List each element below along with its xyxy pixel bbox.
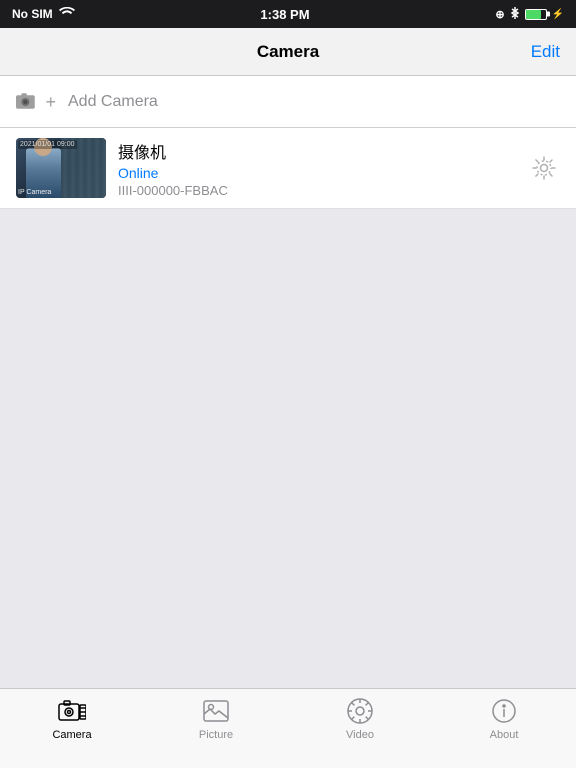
- camera-item[interactable]: 2021/01/01 09:00 IP Camera 摄像机 Online II…: [0, 128, 576, 209]
- carrier-label: No SIM: [12, 7, 53, 21]
- status-bar: No SIM 1:38 PM ⊕ ⚡: [0, 0, 576, 28]
- add-plus-icon: +: [45, 93, 56, 111]
- about-tab-label: About: [490, 729, 519, 741]
- add-camera-icon: +: [16, 88, 56, 116]
- camera-thumb-timestamp: 2021/01/01 09:00: [18, 140, 77, 149]
- nav-title: Camera: [257, 42, 319, 62]
- wifi-icon: [59, 7, 75, 22]
- camera-status: Online: [118, 165, 528, 181]
- tab-picture[interactable]: Picture: [144, 697, 288, 741]
- picture-tab-icon: [202, 697, 230, 725]
- video-tab-label: Video: [346, 729, 374, 741]
- add-camera-row[interactable]: + Add Camera: [0, 76, 576, 128]
- status-right: ⊕ ⚡: [495, 6, 564, 23]
- video-tab-icon: [346, 697, 374, 725]
- camera-info: 摄像机 Online IIII-000000-FBBAC: [118, 139, 528, 198]
- content-area: [0, 209, 576, 709]
- edit-button[interactable]: Edit: [531, 42, 560, 62]
- location-icon: ⊕: [495, 8, 504, 21]
- add-camera-label: Add Camera: [68, 93, 158, 111]
- camera-thumb-label: IP Camera: [18, 189, 51, 196]
- camera-settings-button[interactable]: [528, 152, 560, 184]
- battery-icon: [525, 9, 547, 20]
- camera-id: IIII-000000-FBBAC: [118, 183, 528, 198]
- status-time: 1:38 PM: [260, 7, 309, 22]
- status-left: No SIM: [12, 7, 75, 22]
- tab-bar: Camera Picture: [0, 688, 576, 768]
- camera-list: 2021/01/01 09:00 IP Camera 摄像机 Online II…: [0, 128, 576, 209]
- charging-icon: ⚡: [552, 9, 564, 20]
- tab-camera[interactable]: Camera: [0, 697, 144, 741]
- gear-icon: [531, 155, 557, 181]
- about-tab-icon: [490, 697, 518, 725]
- tab-about[interactable]: About: [432, 697, 576, 741]
- camera-tab-icon: [58, 697, 86, 725]
- bluetooth-icon: [510, 6, 520, 23]
- nav-bar: Camera Edit: [0, 28, 576, 76]
- camera-thumbnail: 2021/01/01 09:00 IP Camera: [16, 138, 106, 198]
- tab-video[interactable]: Video: [288, 697, 432, 741]
- camera-tab-label: Camera: [52, 729, 91, 741]
- camera-name: 摄像机: [118, 139, 528, 163]
- picture-tab-label: Picture: [199, 729, 233, 741]
